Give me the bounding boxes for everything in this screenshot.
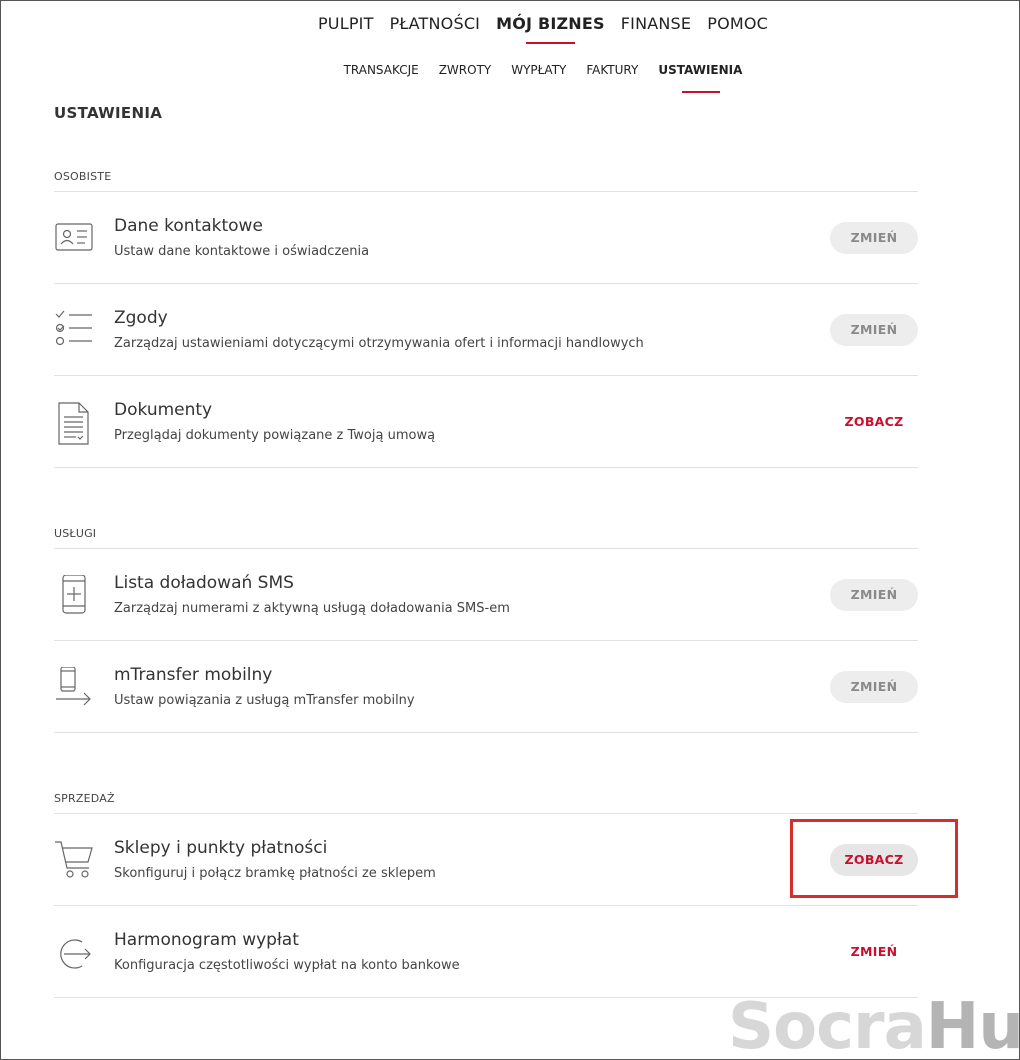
- settings-row-sklepy: Sklepy i punkty płatności Skonfiguruj i …: [54, 814, 918, 906]
- row-title: Lista doładowań SMS: [114, 573, 294, 593]
- zobacz-button[interactable]: ZOBACZ: [830, 406, 918, 438]
- section-label-uslugi: USŁUGI: [54, 527, 97, 540]
- row-description: Zarządzaj numerami z aktywną usługą doła…: [114, 601, 510, 616]
- settings-row-dokumenty: Dokumenty Przeglądaj dokumenty powiązane…: [54, 376, 918, 468]
- row-title: mTransfer mobilny: [114, 665, 273, 685]
- divider: [54, 467, 918, 468]
- subnav-faktury[interactable]: FAKTURY: [586, 60, 638, 93]
- section-label-osobiste: OSOBISTE: [54, 170, 112, 183]
- nav-moj-biznes[interactable]: MÓJ BIZNES: [496, 12, 605, 44]
- nav-pomoc[interactable]: POMOC: [707, 12, 768, 44]
- row-description: Skonfiguruj i połącz bramkę płatności ze…: [114, 866, 436, 881]
- row-description: Przeglądaj dokumenty powiązane z Twoją u…: [114, 428, 436, 443]
- sub-nav: TRANSAKCJE ZWROTY WYPŁATY FAKTURY USTAWI…: [0, 60, 1020, 93]
- row-description: Konfiguracja częstotliwości wypłat na ko…: [114, 958, 460, 973]
- payout-schedule-icon: [54, 932, 94, 972]
- phone-transfer-icon: [54, 667, 94, 707]
- subnav-wyplaty[interactable]: WYPŁATY: [511, 60, 566, 93]
- row-title: Dokumenty: [114, 400, 213, 420]
- settings-row-lista-doladowan-sms: Lista doładowań SMS Zarządzaj numerami z…: [54, 549, 918, 641]
- settings-row-zgody: Zgody Zarządzaj ustawieniami dotyczącymi…: [54, 284, 918, 376]
- divider: [54, 732, 918, 733]
- nav-platnosci[interactable]: PŁATNOŚCI: [390, 12, 481, 44]
- row-description: Ustaw dane kontaktowe i oświadczenia: [114, 244, 370, 259]
- main-nav: PULPIT PŁATNOŚCI MÓJ BIZNES FINANSE POMO…: [0, 12, 1020, 44]
- watermark-part2: Hub: [925, 990, 1020, 1060]
- checklist-icon: [54, 310, 94, 350]
- row-title: Harmonogram wypłat: [114, 930, 299, 950]
- zmien-button[interactable]: ZMIEŃ: [830, 314, 918, 346]
- document-icon: [54, 402, 94, 445]
- row-description: Zarządzaj ustawieniami dotyczącymi otrzy…: [114, 336, 644, 351]
- watermark-part1: Socra: [728, 990, 927, 1060]
- settings-row-mtransfer-mobilny: mTransfer mobilny Ustaw powiązania z usł…: [54, 641, 918, 733]
- subnav-zwroty[interactable]: ZWROTY: [439, 60, 492, 93]
- highlight-annotation-box: [790, 819, 958, 898]
- section-label-sprzedaz: SPRZEDAŻ: [54, 792, 115, 805]
- socrahub-watermark: SocraHub: [728, 994, 1020, 1060]
- contact-card-icon: [54, 218, 94, 258]
- phone-topup-icon: [54, 575, 94, 615]
- nav-pulpit[interactable]: PULPIT: [318, 12, 374, 44]
- zmien-button[interactable]: ZMIEŃ: [830, 222, 918, 254]
- page-title: USTAWIENIA: [54, 104, 163, 122]
- row-title: Sklepy i punkty płatności: [114, 838, 328, 858]
- nav-finanse[interactable]: FINANSE: [621, 12, 691, 44]
- row-description: Ustaw powiązania z usługą mTransfer mobi…: [114, 693, 415, 708]
- zmien-button[interactable]: ZMIEŃ: [830, 579, 918, 611]
- row-title: Dane kontaktowe: [114, 216, 263, 236]
- settings-row-harmonogram-wyplat: Harmonogram wypłat Konfiguracja częstotl…: [54, 906, 918, 998]
- zmien-button[interactable]: ZMIEŃ: [830, 936, 918, 968]
- zmien-button[interactable]: ZMIEŃ: [830, 671, 918, 703]
- settings-row-dane-kontaktowe: Dane kontaktowe Ustaw dane kontaktowe i …: [54, 192, 918, 284]
- shopping-cart-icon: [54, 840, 94, 880]
- row-title: Zgody: [114, 308, 168, 328]
- subnav-transakcje[interactable]: TRANSAKCJE: [344, 60, 419, 93]
- subnav-ustawienia[interactable]: USTAWIENIA: [658, 60, 742, 93]
